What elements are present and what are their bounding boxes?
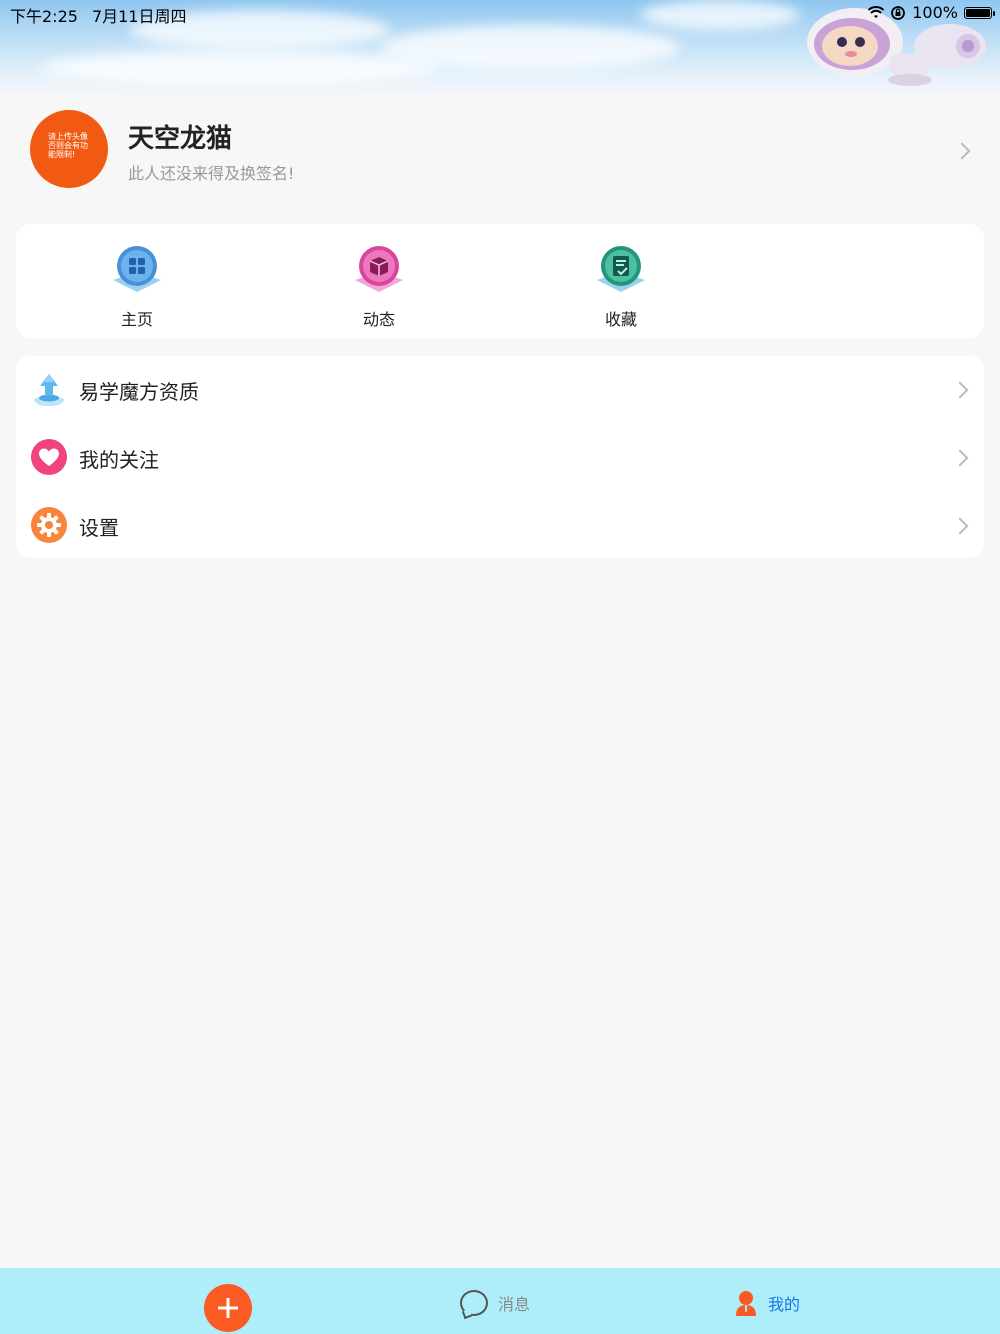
bottom-tab-bar: 消息 我的 — [0, 1268, 1000, 1334]
quick-action-label: 主页 — [120, 310, 153, 329]
quick-action-moments[interactable]: 动态 — [319, 242, 439, 330]
chevron-right-icon — [951, 381, 969, 399]
tab-messages-label: 消息 — [498, 1295, 531, 1314]
add-button[interactable] — [204, 1284, 252, 1332]
menu-item-qualification[interactable]: 易学魔方资质 — [16, 356, 984, 424]
cube-icon — [355, 246, 403, 292]
qualification-icon — [33, 374, 65, 406]
status-bar-left: 下午2:25 7月11日周四 — [10, 3, 186, 27]
battery-percentage: 100% — [912, 3, 958, 22]
tab-mine-label: 我的 — [768, 1295, 801, 1314]
avatar[interactable]: 请上传头像否则会有功能限制! — [30, 110, 108, 188]
chevron-right-icon — [951, 449, 969, 467]
chat-bubble-icon — [460, 1290, 488, 1316]
gear-icon — [31, 507, 67, 543]
quick-action-label: 收藏 — [604, 310, 637, 329]
menu-item-settings[interactable]: 设置 — [16, 492, 984, 560]
profile-header[interactable]: 请上传头像否则会有功能限制! 天空龙猫 此人还没来得及换签名! — [30, 110, 980, 190]
heart-icon — [31, 439, 67, 475]
status-date: 7月11日周四 — [91, 7, 187, 26]
tab-mine[interactable]: 我的 — [734, 1290, 800, 1316]
menu-item-label: 易学魔方资质 — [79, 380, 199, 404]
menu-item-label: 我的关注 — [79, 448, 159, 472]
tab-messages[interactable]: 消息 — [460, 1290, 530, 1316]
orientation-lock-icon — [891, 5, 906, 20]
status-bar-right: 100% — [868, 3, 995, 22]
document-check-icon — [597, 246, 645, 292]
status-time: 下午2:25 — [10, 7, 78, 26]
grid-icon — [113, 246, 161, 292]
username: 天空龙猫 — [128, 124, 233, 154]
menu-item-following[interactable]: 我的关注 — [16, 424, 984, 492]
wifi-icon — [868, 5, 885, 18]
quick-action-label: 动态 — [362, 310, 395, 329]
signature: 此人还没来得及换签名! — [128, 164, 295, 183]
battery-icon — [964, 6, 995, 19]
menu-item-label: 设置 — [79, 516, 119, 540]
quick-actions-card: 主页 动态 收藏 — [16, 224, 984, 338]
quick-action-favorites[interactable]: 收藏 — [561, 242, 681, 330]
chevron-right-icon — [953, 142, 971, 160]
menu-card: 易学魔方资质 我的关注 设置 — [16, 356, 984, 558]
chevron-right-icon — [951, 517, 969, 535]
user-icon — [736, 1291, 756, 1316]
header-sky-banner: 下午2:25 7月11日周四 100% — [0, 0, 1000, 100]
quick-action-home[interactable]: 主页 — [77, 242, 197, 330]
